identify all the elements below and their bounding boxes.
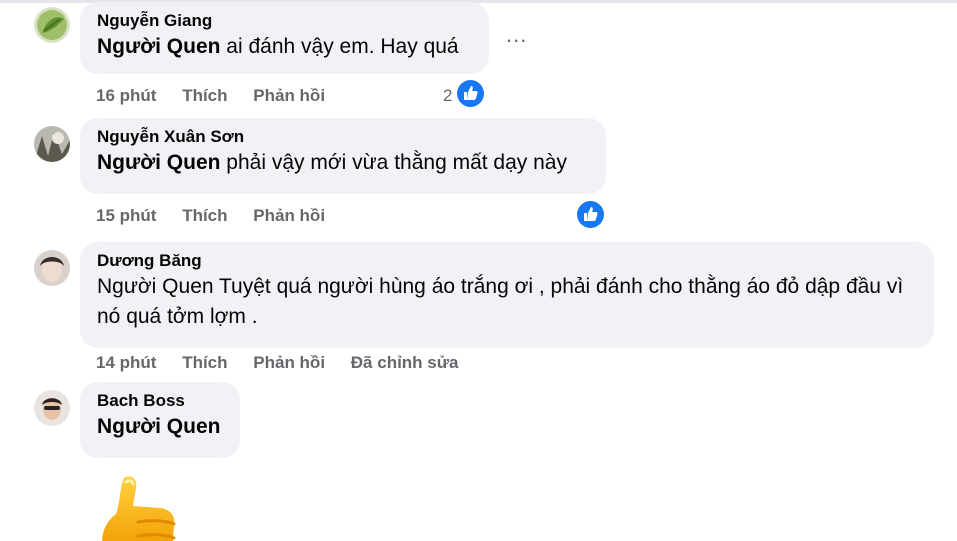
comment-text: Người Quen Tuyệt quá người hùng áo trắng… bbox=[97, 275, 904, 328]
like-icon[interactable] bbox=[577, 201, 604, 228]
reply-link[interactable]: Phản hồi bbox=[253, 86, 325, 106]
like-link[interactable]: Thích bbox=[182, 86, 227, 106]
comment-author[interactable]: Nguyễn Xuân Sơn bbox=[97, 126, 590, 148]
reply-link[interactable]: Phản hồi bbox=[253, 206, 325, 226]
avatar[interactable] bbox=[34, 390, 70, 426]
comment-bubble: Nguyễn Giang Người Quen ai đánh vậy em. … bbox=[80, 2, 489, 74]
comment-body: ai đánh vậy em. Hay quá bbox=[220, 35, 459, 58]
like-icon[interactable] bbox=[457, 80, 484, 107]
comment-time[interactable]: 16 phút bbox=[96, 86, 156, 106]
comment-time[interactable]: 14 phút bbox=[96, 353, 156, 373]
comment-actions: 15 phút Thích Phản hồi bbox=[96, 206, 346, 226]
mention-tag[interactable]: Người Quen bbox=[97, 415, 220, 438]
comment-time[interactable]: 15 phút bbox=[96, 206, 156, 226]
edited-label[interactable]: Đã chỉnh sửa bbox=[351, 353, 459, 373]
reply-link[interactable]: Phản hồi bbox=[253, 353, 325, 373]
like-link[interactable]: Thích bbox=[182, 353, 227, 373]
thumbs-up-sticker[interactable] bbox=[98, 472, 182, 541]
mention-tag[interactable]: Người Quen bbox=[97, 35, 220, 58]
comment-author[interactable]: Bach Boss bbox=[97, 390, 224, 412]
more-options-button[interactable]: ... bbox=[506, 22, 527, 48]
comment-text: Người Quen bbox=[97, 412, 224, 442]
comment-body: phải vậy mới vừa thằng mất dạy này bbox=[220, 151, 567, 174]
comment-actions: 14 phút Thích Phản hồi Đã chỉnh sửa bbox=[96, 353, 480, 373]
comment-text: Người Quen ai đánh vậy em. Hay quá bbox=[97, 32, 473, 62]
comment-author[interactable]: Dương Băng bbox=[97, 250, 918, 272]
avatar[interactable] bbox=[34, 126, 70, 162]
avatar[interactable] bbox=[34, 250, 70, 286]
avatar[interactable] bbox=[34, 7, 70, 43]
comment-bubble: Bach Boss Người Quen bbox=[80, 382, 240, 458]
comment-author[interactable]: Nguyễn Giang bbox=[97, 10, 473, 32]
reaction-count[interactable]: 2 bbox=[443, 86, 452, 106]
comment-bubble: Nguyễn Xuân Sơn Người Quen phải vậy mới … bbox=[80, 118, 606, 194]
comment-actions: 16 phút Thích Phản hồi bbox=[96, 86, 346, 106]
comment-bubble: Dương Băng Người Quen Tuyệt quá người hù… bbox=[80, 242, 934, 348]
like-link[interactable]: Thích bbox=[182, 206, 227, 226]
comment-text: Người Quen phải vậy mới vừa thằng mất dạ… bbox=[97, 148, 590, 178]
mention-tag[interactable]: Người Quen bbox=[97, 151, 220, 174]
